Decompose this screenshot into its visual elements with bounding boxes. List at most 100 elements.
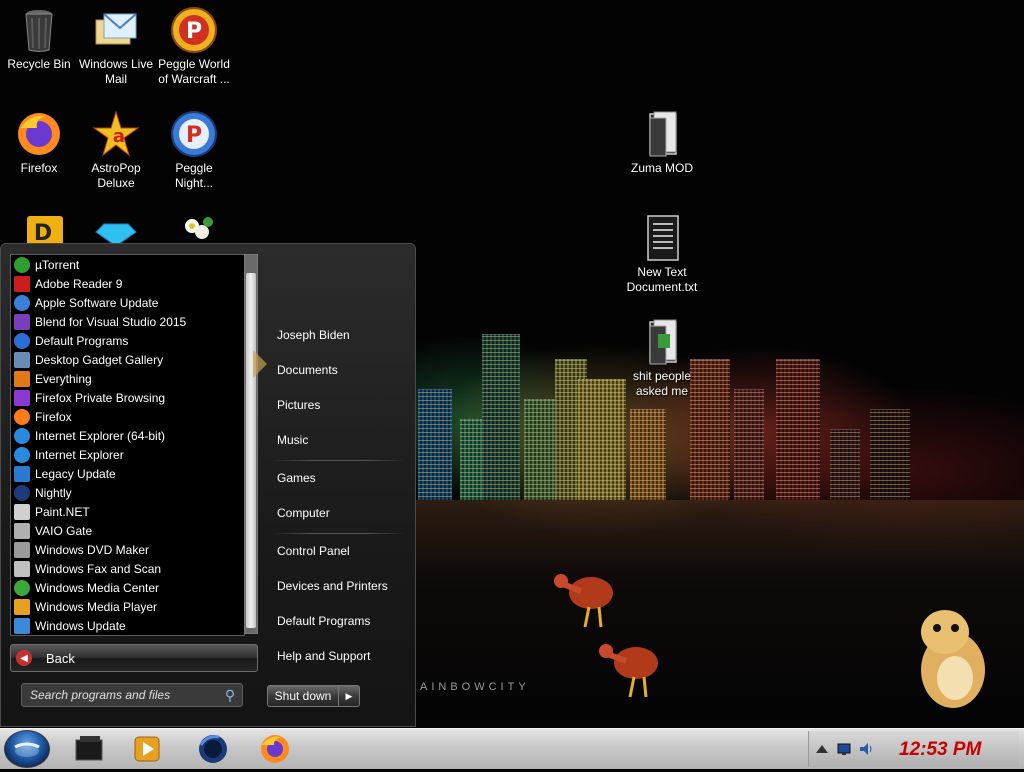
program-item[interactable]: Desktop Gadget Gallery (11, 350, 244, 369)
desktop-icon-astropop[interactable]: a AstroPop Deluxe (77, 110, 155, 191)
program-item[interactable]: Windows Update (11, 616, 244, 635)
taskbar-nightly[interactable] (186, 732, 240, 766)
desktop-icon-label: AstroPop Deluxe (91, 161, 141, 190)
windows-update-icon (14, 617, 30, 634)
start-link-documents[interactable]: Documents (277, 363, 338, 377)
shutdown-button[interactable]: Shut down (267, 685, 339, 707)
start-link-pictures[interactable]: Pictures (277, 398, 320, 412)
desktop-icon-firefox[interactable]: Firefox (0, 110, 78, 176)
hamster-sprite (921, 610, 985, 708)
apple-update-icon (14, 294, 30, 311)
recycle-bin-icon (25, 10, 53, 52)
program-item[interactable]: Paint.NET (11, 502, 244, 521)
program-item[interactable]: Adobe Reader 9 (11, 274, 244, 293)
nightly-icon (199, 735, 227, 763)
legacy-update-icon (14, 465, 30, 482)
taskbar-explorer[interactable] (62, 732, 116, 766)
program-list-scrollbar[interactable] (244, 254, 258, 634)
search-box[interactable]: ⚲ (21, 683, 243, 707)
start-link-music[interactable]: Music (277, 433, 308, 447)
program-item-label: Windows Update (35, 618, 126, 633)
astropop-icon: a (92, 110, 140, 157)
program-item[interactable]: Internet Explorer (64-bit) (11, 426, 244, 445)
show-hidden-icons-arrow-icon[interactable] (815, 743, 829, 755)
program-item[interactable]: Default Programs (11, 331, 244, 350)
desktop-icon-label: Firefox (20, 161, 58, 175)
program-item-label: VAIO Gate (35, 523, 93, 538)
desktop-icon-peggle-wow[interactable]: P Peggle World of Warcraft ... (155, 6, 233, 87)
start-link-games[interactable]: Games (277, 471, 316, 485)
system-tray: 12:53 PM (808, 731, 1019, 767)
program-item[interactable]: µTorrent (11, 255, 244, 274)
start-link-devices-printers[interactable]: Devices and Printers (277, 579, 388, 593)
network-icon[interactable] (837, 743, 851, 755)
program-item[interactable]: Internet Explorer (11, 445, 244, 464)
program-item-label: Paint.NET (35, 504, 90, 519)
program-item[interactable]: Apple Software Update (11, 293, 244, 312)
program-item[interactable]: Windows Media Center (11, 578, 244, 597)
program-item[interactable]: Windows Fax and Scan (11, 559, 244, 578)
program-item[interactable]: Firefox (11, 407, 244, 426)
start-link-default-programs[interactable]: Default Programs (277, 614, 370, 628)
desktop-icon-peggle-nights[interactable]: P Peggle Night... (155, 110, 233, 191)
program-item[interactable]: Blend for Visual Studio 2015 (11, 312, 244, 331)
desktop-icon-zuma-mod[interactable]: Zuma MOD (623, 110, 701, 176)
svg-text:P: P (186, 123, 202, 148)
program-item-label: Internet Explorer (35, 447, 124, 462)
hover-pointer-arrow (253, 350, 267, 378)
windows-logo-icon (14, 742, 40, 757)
start-menu: µTorrent Adobe Reader 9 Apple Software Upd… (0, 243, 416, 727)
program-item[interactable]: VAIO Gate (11, 521, 244, 540)
program-item[interactable]: Windows DVD Maker (11, 540, 244, 559)
desktop-icon-folder-asked[interactable]: shit people asked me (623, 318, 701, 399)
search-input[interactable] (30, 687, 210, 703)
media-player-icon (134, 736, 160, 762)
nightly-icon (14, 484, 30, 501)
desktop-icon-windows-live-mail[interactable]: Windows Live Mail (77, 6, 155, 87)
program-item-label: Nightly (35, 485, 72, 500)
volume-icon[interactable] (859, 743, 873, 755)
desktop-icon-label: Recycle Bin (7, 57, 71, 71)
taskbar: 12:53 PM (0, 728, 1024, 769)
start-link-user[interactable]: Joseph Biden (277, 328, 350, 342)
program-item-label: µTorrent (35, 257, 80, 272)
text-document-icon (647, 215, 679, 261)
firefox-icon (14, 408, 30, 425)
program-item[interactable]: Everything (11, 369, 244, 388)
media-center-icon (14, 579, 30, 596)
search-icon[interactable]: ⚲ (222, 687, 238, 703)
gadget-gallery-icon (14, 351, 30, 368)
taskbar-firefox[interactable] (248, 732, 302, 766)
back-button[interactable]: ◀ Back (10, 644, 258, 672)
desktop-icon-label: Peggle World of Warcraft ... (158, 57, 230, 86)
desktop-icon-label: Peggle Night... (174, 161, 213, 190)
shutdown-options-arrow-icon[interactable]: ▶ (339, 685, 360, 707)
desktop-icon-recycle-bin[interactable]: Recycle Bin (0, 6, 78, 72)
program-item-label: Desktop Gadget Gallery (35, 352, 164, 367)
program-item-label: Firefox (35, 409, 72, 424)
desktop-icon-label: New Text Document.txt (626, 265, 698, 294)
start-link-control-panel[interactable]: Control Panel (277, 544, 350, 558)
program-item-label: Adobe Reader 9 (35, 276, 123, 291)
start-orb-button[interactable] (4, 730, 50, 768)
program-item-label: Windows Fax and Scan (35, 561, 162, 576)
desktop-icon-new-text-document[interactable]: New Text Document.txt (623, 214, 701, 295)
taskbar-media-player[interactable] (120, 732, 174, 766)
program-list-pane: µTorrent Adobe Reader 9 Apple Software Upd… (10, 254, 245, 636)
taskbar-clock[interactable]: 12:53 PM (899, 739, 981, 761)
program-item[interactable]: Windows Media Player (11, 597, 244, 616)
scrollbar-thumb[interactable] (246, 273, 256, 628)
start-link-help-support[interactable]: Help and Support (277, 649, 370, 663)
program-item[interactable]: Nightly (11, 483, 244, 502)
explorer-icon (75, 736, 103, 761)
program-item-label: Windows Media Center (35, 580, 160, 595)
program-item[interactable]: Firefox Private Browsing (11, 388, 244, 407)
program-item[interactable]: Legacy Update (11, 464, 244, 483)
shutdown-control: Shut down ▶ (267, 685, 361, 707)
program-item-label: Blend for Visual Studio 2015 (35, 314, 187, 329)
blend-icon (14, 313, 30, 330)
desktop-icon-label: shit people asked me (632, 369, 692, 398)
program-item-label: Windows DVD Maker (35, 542, 150, 557)
start-link-computer[interactable]: Computer (277, 506, 330, 520)
turkey-sprite-1 (554, 574, 613, 628)
